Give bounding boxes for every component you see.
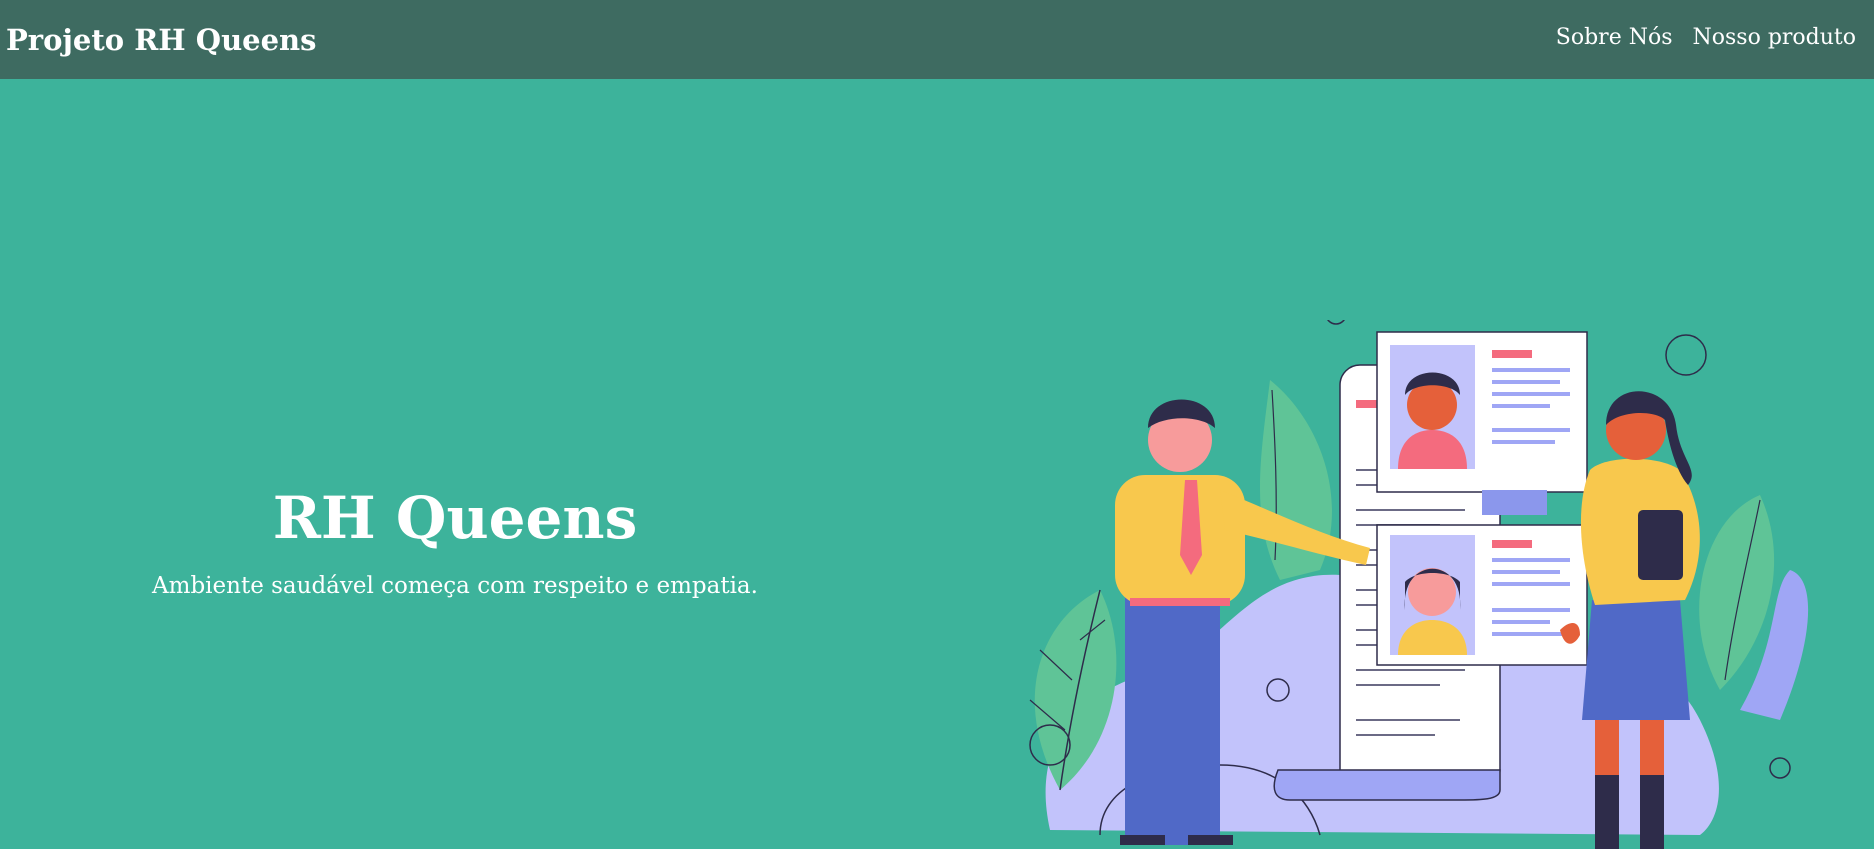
hero-title: RH Queens — [272, 484, 638, 552]
nav-link-sobre-nos[interactable]: Sobre Nós — [1556, 25, 1673, 50]
deco-circle — [1769, 757, 1791, 779]
brand-link[interactable]: Projeto RH Queens — [6, 23, 316, 57]
nav-links: Sobre Nós Nosso produto — [1556, 25, 1856, 50]
hero-text: RH Queens Ambiente saudável começa com r… — [0, 489, 910, 599]
nav-link-nosso-produto[interactable]: Nosso produto — [1693, 25, 1857, 50]
deco-circle — [1327, 320, 1345, 325]
top-navbar: Projeto RH Queens Sobre Nós Nosso produt… — [0, 0, 1874, 79]
recruitment-illustration — [1029, 320, 1809, 849]
deco-circle — [1665, 334, 1707, 376]
hero-subtitle: Ambiente saudável começa com respeito e … — [152, 573, 758, 599]
